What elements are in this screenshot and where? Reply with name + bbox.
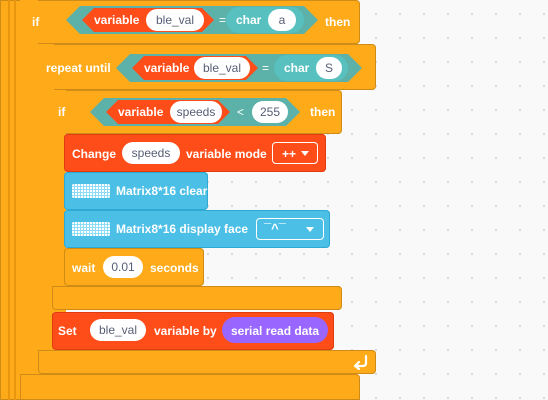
if-keyword-outer: if [32,15,40,29]
if-keyword-inner: if [58,105,66,119]
outer-script-edge-2 [14,0,16,400]
matrix-clear-label: Matrix8*16 clear [116,184,208,198]
wait-seconds-field[interactable]: 0.01 [103,256,143,278]
set-keyword: Set [58,324,77,338]
matrix-face-label: Matrix8*16 display face [116,222,249,236]
char-value-field-repeat[interactable]: S [316,57,342,79]
if-block-inner-footer [52,286,342,310]
if-block-outer-arm [20,0,38,400]
outer-script-edge [8,0,10,400]
variable-by-label: variable by [154,324,217,338]
char-value-field-outer[interactable]: a [268,9,296,31]
compare-value-field[interactable]: 255 [252,101,288,123]
variable-mode-label: variable mode [186,147,267,161]
variable-name-field-inner[interactable]: speeds [170,101,222,123]
serial-read-data-label: serial read data [231,324,320,338]
variable-name-field-outer[interactable]: ble_val [146,9,204,31]
repeat-until-keyword: repeat until [46,61,111,75]
equals-sign-repeat: = [262,61,270,75]
equals-sign-outer: = [219,13,227,27]
repeat-until-footer [38,350,376,374]
variable-mode-value: ++ [282,147,297,161]
set-variable-name-field[interactable]: ble_val [90,319,146,341]
led-matrix-icon [72,184,110,198]
face-dropdown-value: ¯^¯ [264,221,286,236]
change-variable-name-field[interactable]: speeds [122,142,180,164]
chevron-down-icon [306,227,314,232]
seconds-label: seconds [150,261,199,275]
variable-prefix-outer: variable [94,13,140,27]
loop-arrow-icon [352,352,372,371]
if-block-outer-footer [20,374,360,400]
variable-prefix-repeat: variable [144,61,190,75]
then-keyword-outer: then [325,15,351,29]
led-matrix-icon [72,222,110,236]
variable-prefix-inner: variable [118,105,164,119]
less-than-sign: < [237,105,245,119]
char-prefix-outer: char [236,13,262,27]
variable-name-field-repeat[interactable]: ble_val [194,57,250,79]
char-prefix-repeat: char [284,61,310,75]
chevron-down-icon [301,151,309,156]
wait-keyword: wait [72,261,96,275]
then-keyword-inner: then [310,105,336,119]
change-keyword: Change [72,147,117,161]
